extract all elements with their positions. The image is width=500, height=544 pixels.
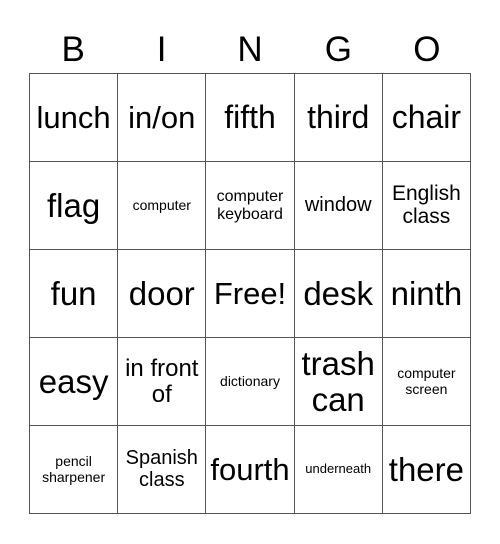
- bingo-cell: fourth: [206, 426, 295, 514]
- bingo-header: B I N G O: [29, 28, 471, 72]
- bingo-cell: desk: [294, 250, 383, 338]
- bingo-cell: in/on: [118, 74, 207, 162]
- bingo-cell: underneath: [294, 426, 383, 514]
- bingo-cell: window: [294, 162, 383, 250]
- header-letter-n: N: [237, 30, 263, 69]
- bingo-cell: English class: [382, 162, 471, 250]
- header-letter-b: B: [61, 30, 85, 69]
- bingo-cell: Spanish class: [118, 426, 207, 514]
- bingo-grid: lunch in/on fifth third chair flag compu…: [29, 73, 471, 514]
- bingo-cell: easy: [30, 338, 119, 426]
- header-letter-g: G: [324, 30, 353, 69]
- bingo-cell: fun: [30, 250, 119, 338]
- free-space: Free!: [206, 250, 295, 338]
- bingo-cell: third: [294, 74, 383, 162]
- bingo-cell: fifth: [206, 74, 295, 162]
- header-letter-i: I: [156, 30, 167, 69]
- bingo-cell: pencil sharpener: [30, 426, 119, 514]
- header-letter-o: O: [413, 30, 441, 69]
- bingo-cell: computer keyboard: [206, 162, 295, 250]
- bingo-cell: computer: [118, 162, 207, 250]
- bingo-cell: lunch: [30, 74, 119, 162]
- bingo-cell: dictionary: [206, 338, 295, 426]
- bingo-cell: trash can: [294, 338, 383, 426]
- bingo-cell: chair: [382, 74, 471, 162]
- bingo-cell: there: [382, 426, 471, 514]
- bingo-cell: computer screen: [382, 338, 471, 426]
- bingo-cell: in front of: [118, 338, 207, 426]
- bingo-cell: flag: [30, 162, 119, 250]
- bingo-cell: ninth: [382, 250, 471, 338]
- bingo-cell: door: [118, 250, 207, 338]
